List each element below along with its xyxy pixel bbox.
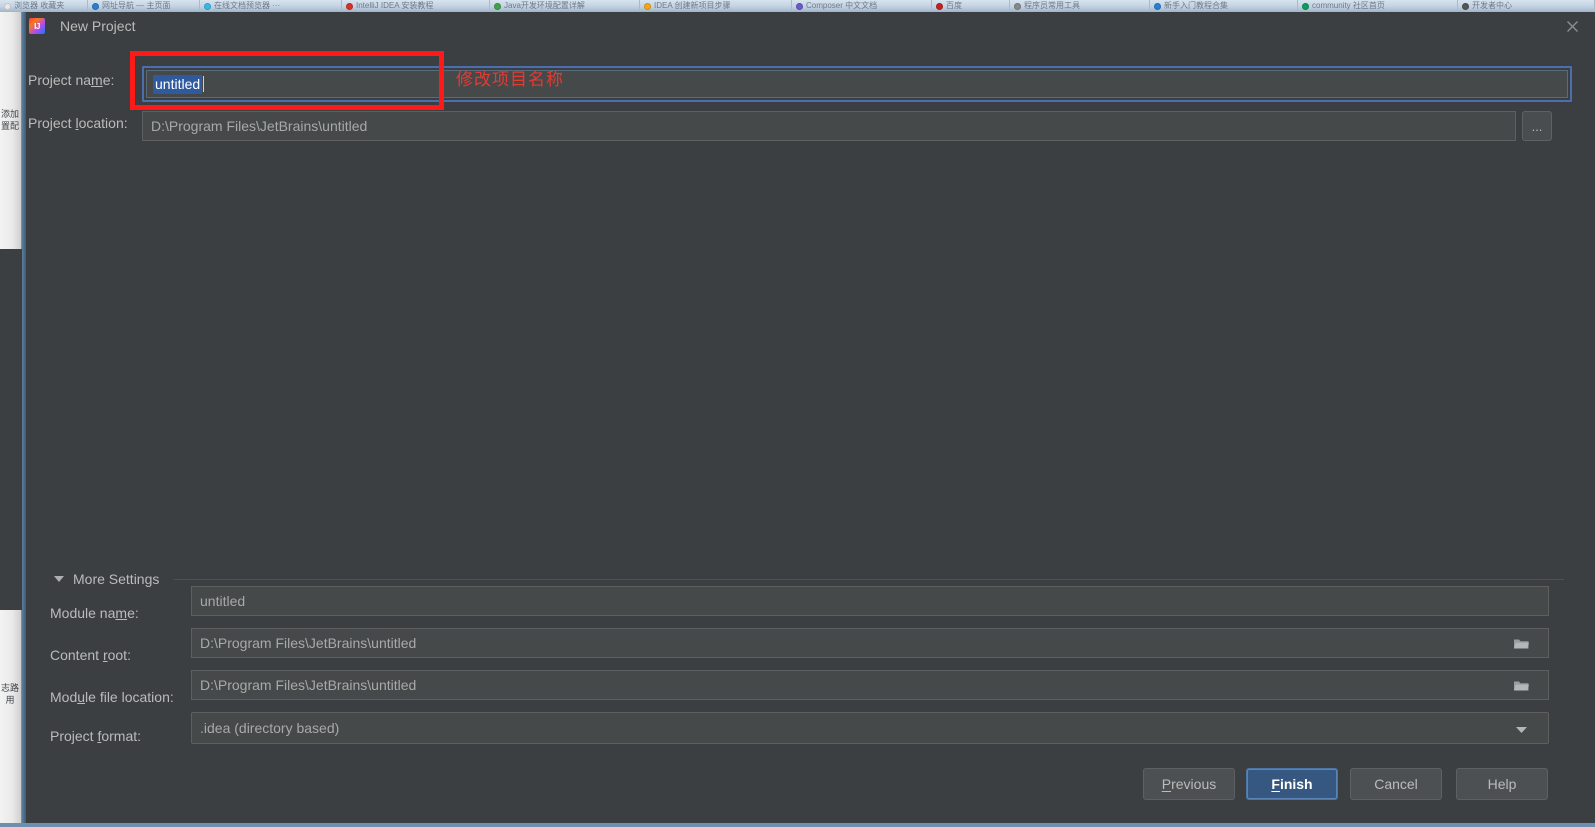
background-browser-tab[interactable]: IDEA 创建新项目步骤 — [640, 0, 792, 12]
triangle-down-icon — [54, 576, 64, 582]
previous-button[interactable]: Previous — [1143, 768, 1235, 800]
module-file-location-input[interactable]: D:\Program Files\JetBrains\untitled — [191, 670, 1549, 700]
background-tab-favicon-icon — [4, 2, 11, 10]
background-browser-tab[interactable]: 开发者中心 — [1458, 0, 1595, 12]
project-location-label-row: Project location: — [28, 115, 128, 131]
background-tab-favicon-icon — [494, 2, 501, 10]
background-browser-tab[interactable]: 网址导航 — 主页面 — [88, 0, 200, 12]
background-browser-tab[interactable]: 新手入门教程合集 — [1150, 0, 1298, 12]
section-divider — [174, 578, 1564, 580]
module-file-location-label-row: Module file location: — [50, 689, 174, 705]
screen-root: 浏览器 收藏夹 网址导航 — 主页面 在线文档预览器 ··· IntelliJ IDE… — [0, 0, 1595, 827]
background-tab-label: Composer 中文文档 — [806, 1, 878, 10]
new-project-dialog: New Project Project name: untitled 修改项目名… — [26, 12, 1595, 823]
project-name-focus-ring: untitled — [142, 66, 1572, 102]
help-button[interactable]: Help — [1456, 768, 1548, 800]
module-file-location-value: D:\Program Files\JetBrains\untitled — [200, 677, 417, 693]
previous-button-label: Previous — [1161, 776, 1217, 792]
background-browser-tab[interactable]: IntelliJ IDEA 安装教程 — [342, 0, 490, 12]
module-name-label-row: Module name: — [50, 605, 139, 621]
background-browser-tab[interactable]: community 社区首页 — [1298, 0, 1458, 12]
project-location-input[interactable]: D:\Program Files\JetBrains\untitled — [142, 111, 1516, 141]
project-name-label-row: Project name: — [28, 72, 114, 88]
intellij-idea-logo-icon — [29, 18, 45, 34]
content-root-label-row: Content root: — [50, 647, 131, 663]
module-name-value: untitled — [200, 593, 246, 609]
project-format-label: Project format: — [50, 728, 142, 744]
background-tab-favicon-icon — [1014, 2, 1021, 10]
background-tab-favicon-icon — [92, 2, 99, 10]
cancel-button-label: Cancel — [1374, 776, 1418, 792]
content-root-input[interactable]: D:\Program Files\JetBrains\untitled — [191, 628, 1549, 658]
background-browser-tab[interactable]: 浏览器 收藏夹 — [0, 0, 88, 12]
content-root-folder-icon[interactable] — [1512, 636, 1530, 650]
project-location-value: D:\Program Files\JetBrains\untitled — [151, 118, 368, 134]
background-tab-favicon-icon — [936, 2, 943, 10]
background-browser-tab[interactable]: 在线文档预览器 ··· — [200, 0, 342, 12]
project-location-label: Project location: — [28, 115, 128, 131]
dialog-title: New Project — [60, 18, 136, 34]
project-name-value: untitled — [153, 74, 203, 94]
help-button-label: Help — [1487, 776, 1517, 792]
background-left-panel-top: 添加置配 — [0, 12, 22, 249]
project-format-select[interactable]: .idea (directory based) — [191, 712, 1549, 744]
background-left-panel-top-text: 添加置配 — [1, 109, 20, 131]
background-tab-favicon-icon — [204, 2, 211, 10]
background-tab-label: 浏览器 收藏夹 — [14, 1, 65, 10]
background-tab-label: 百度 — [946, 1, 962, 10]
background-browser-tab[interactable]: 程序员常用工具 — [1010, 0, 1150, 12]
background-browser-tab[interactable]: Composer 中文文档 — [792, 0, 932, 12]
background-tab-label: 在线文档预览器 ··· — [214, 1, 281, 10]
finish-button-label: Finish — [1271, 776, 1313, 792]
background-tab-favicon-icon — [1462, 2, 1469, 10]
project-name-input[interactable]: untitled — [146, 70, 1568, 98]
background-tab-label: 网址导航 — 主页面 — [102, 1, 171, 10]
background-tab-favicon-icon — [796, 2, 803, 10]
chevron-down-icon[interactable] — [1512, 722, 1530, 736]
background-tab-label: 新手入门教程合集 — [1164, 1, 1228, 10]
background-tab-label: Java开发环境配置详解 — [504, 1, 585, 10]
background-browser-tabstrip: 浏览器 收藏夹 网址导航 — 主页面 在线文档预览器 ··· IntelliJ IDE… — [0, 0, 1595, 12]
background-tab-favicon-icon — [346, 2, 353, 10]
background-tab-favicon-icon — [644, 2, 651, 10]
background-tab-label: IDEA 创建新项目步骤 — [654, 1, 731, 10]
project-format-value: .idea (directory based) — [200, 720, 340, 736]
background-left-panel-bottom: 志路用 — [0, 610, 22, 827]
background-tab-label: IntelliJ IDEA 安装教程 — [356, 1, 434, 10]
background-tab-favicon-icon — [1154, 2, 1161, 10]
background-browser-tab[interactable]: Java开发环境配置详解 — [490, 0, 640, 12]
background-bottom-strip — [0, 823, 1595, 827]
dialog-titlebar: New Project — [26, 12, 1595, 40]
more-settings-label: More Settings — [73, 571, 160, 587]
background-tab-favicon-icon — [1302, 2, 1309, 10]
annotation-text: 修改项目名称 — [456, 70, 564, 89]
background-tab-label: 程序员常用工具 — [1024, 1, 1080, 10]
text-caret — [203, 76, 205, 92]
close-icon[interactable] — [1555, 14, 1589, 38]
project-location-browse-button[interactable]: ... — [1522, 111, 1552, 141]
module-file-location-folder-icon[interactable] — [1512, 678, 1530, 692]
background-browser-tab[interactable]: 百度 — [932, 0, 1010, 12]
project-name-label: Project name: — [28, 72, 115, 88]
background-left-panel-bottom-text: 志路用 — [1, 683, 20, 705]
finish-button[interactable]: Finish — [1246, 768, 1338, 800]
module-name-input[interactable]: untitled — [191, 586, 1549, 616]
content-root-label: Content root: — [50, 647, 131, 663]
content-root-value: D:\Program Files\JetBrains\untitled — [200, 635, 417, 651]
project-format-label-row: Project format: — [50, 728, 141, 744]
background-tab-label: community 社区首页 — [1312, 1, 1385, 10]
module-name-label: Module name: — [50, 605, 139, 621]
ellipsis-icon: ... — [1531, 118, 1543, 134]
module-file-location-label: Module file location: — [50, 689, 174, 705]
background-tab-label: 开发者中心 — [1472, 1, 1512, 10]
cancel-button[interactable]: Cancel — [1350, 768, 1442, 800]
